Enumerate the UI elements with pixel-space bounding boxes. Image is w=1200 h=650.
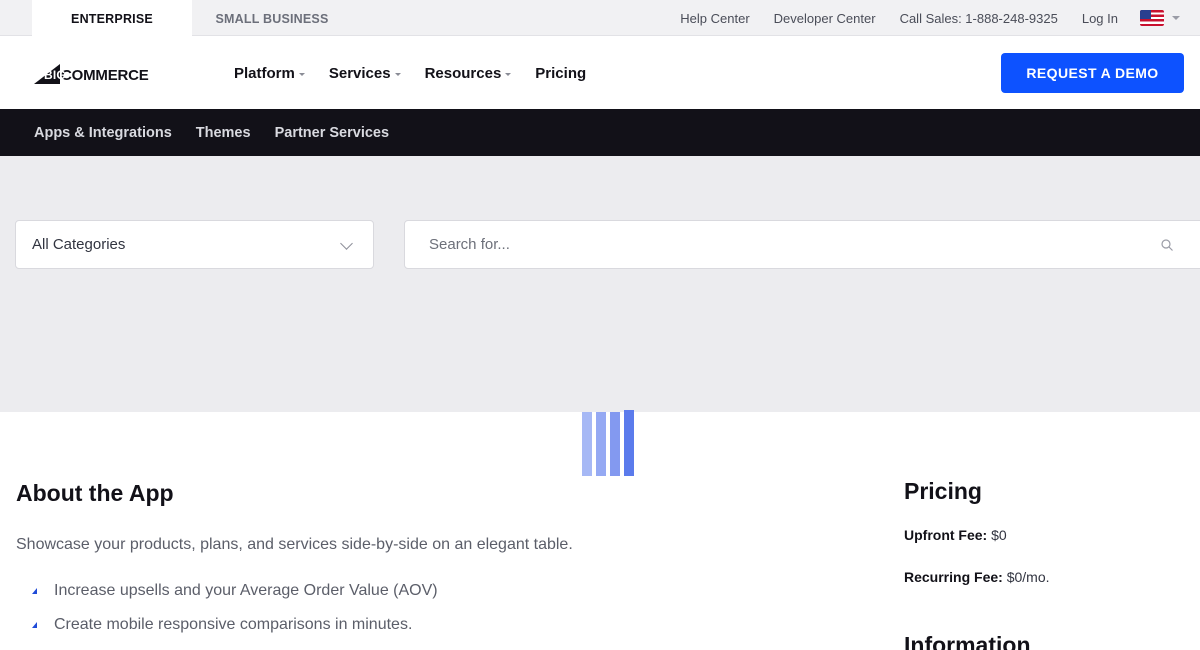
nav-services[interactable]: Services [329, 65, 401, 82]
recurring-fee-label: Recurring Fee: [904, 569, 1003, 585]
list-item-text: Create mobile responsive comparisons in … [54, 616, 413, 633]
loader-bar [596, 412, 606, 476]
nav-platform-label: Platform [234, 64, 295, 82]
about-title: About the App [16, 480, 174, 506]
developer-center-link[interactable]: Developer Center [774, 11, 876, 26]
search-icon[interactable] [1161, 239, 1173, 251]
upfront-fee-label: Upfront Fee: [904, 527, 988, 543]
search-band: All Categories [0, 156, 1200, 412]
nav-services-label: Services [328, 64, 391, 82]
list-item: Increase upsells and your Average Order … [30, 580, 438, 614]
loading-indicator [582, 410, 636, 478]
nav-pricing[interactable]: Pricing [535, 65, 586, 82]
utility-bar: ENTERPRISE SMALL BUSINESS Help Center De… [0, 0, 1200, 37]
utility-links: Help Center Developer Center Call Sales:… [656, 0, 1180, 36]
recurring-fee-value: $0/mo. [1006, 569, 1050, 585]
bigcommerce-logo[interactable]: BIG COMMERCE [34, 59, 149, 87]
chevron-down-icon [505, 72, 512, 76]
log-in-link[interactable]: Log In [1082, 11, 1118, 26]
flag-canton [1140, 10, 1151, 19]
about-description: Showcase your products, plans, and servi… [16, 536, 573, 553]
list-item: Create mobile responsive comparisons in … [30, 614, 438, 648]
category-select[interactable]: All Categories [15, 220, 374, 269]
category-select-value: All Categories [32, 236, 126, 253]
nav-platform[interactable]: Platform [234, 65, 305, 82]
marketplace-subnav: Apps & Integrations Themes Partner Servi… [0, 109, 1200, 156]
upfront-fee: Upfront Fee: $0 [904, 527, 1007, 543]
nav-pricing-label: Pricing [535, 64, 587, 82]
loader-bar [610, 412, 620, 476]
help-center-link[interactable]: Help Center [680, 11, 749, 26]
tab-enterprise[interactable]: ENTERPRISE [32, 0, 192, 37]
nav-resources-label: Resources [424, 64, 502, 82]
feature-list: Increase upsells and your Average Order … [30, 580, 438, 648]
chevron-down-icon [394, 72, 401, 76]
tab-small-business[interactable]: SMALL BUSINESS [192, 0, 352, 37]
bullet-triangle-icon [32, 588, 37, 594]
us-flag-icon[interactable] [1140, 10, 1164, 26]
call-sales-link[interactable]: Call Sales: 1-888-248-9325 [900, 11, 1058, 26]
loader-bar [582, 412, 592, 476]
logo-commerce-text: COMMERCE [61, 66, 149, 84]
chevron-down-icon[interactable] [1172, 16, 1180, 20]
nav-resources[interactable]: Resources [425, 65, 512, 82]
loader-bar [624, 410, 634, 476]
request-demo-button[interactable]: REQUEST A DEMO [1001, 53, 1184, 93]
subnav-partner-services[interactable]: Partner Services [275, 125, 389, 141]
subnav-themes[interactable]: Themes [196, 125, 251, 141]
pricing-title: Pricing [904, 478, 982, 504]
list-item-text: Increase upsells and your Average Order … [54, 582, 438, 599]
logo-big-text: BIG [44, 68, 66, 82]
search-box [404, 220, 1200, 269]
information-title: Information [904, 632, 1031, 650]
search-input[interactable] [429, 221, 1129, 268]
chevron-down-icon [340, 237, 353, 250]
logo-mark-icon: BIG [34, 62, 66, 84]
main-header: BIG COMMERCE Platform Services Resources… [0, 37, 1200, 109]
bullet-triangle-icon [32, 622, 37, 628]
subnav-apps-integrations[interactable]: Apps & Integrations [34, 125, 172, 141]
upfront-fee-value: $0 [991, 527, 1007, 543]
chevron-down-icon [298, 72, 305, 76]
recurring-fee: Recurring Fee: $0/mo. [904, 569, 1050, 585]
primary-nav: Platform Services Resources Pricing [234, 37, 610, 109]
